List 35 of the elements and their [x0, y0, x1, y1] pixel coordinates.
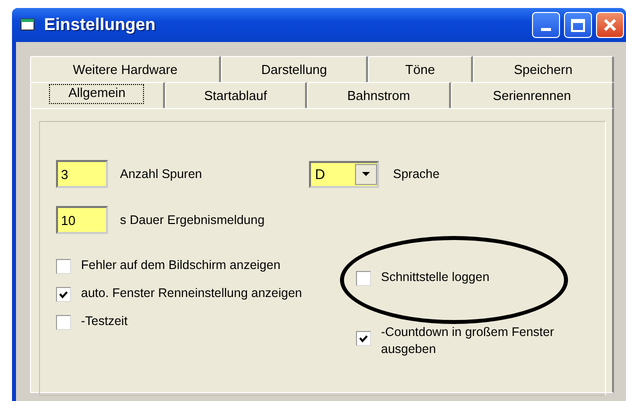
- checkbox-label: auto. Fenster Renneinstellung anzeigen: [81, 286, 302, 300]
- maximize-icon: [571, 18, 585, 32]
- checkbox-label: -Testzeit: [81, 314, 128, 328]
- close-icon: [603, 18, 617, 32]
- checkmark-icon: [59, 290, 68, 298]
- maximize-button[interactable]: [564, 12, 592, 38]
- field-label: s Dauer Ergebnismeldung: [120, 213, 265, 227]
- tab[interactable]: Speichern: [473, 56, 614, 82]
- input-field[interactable]: 10: [56, 206, 108, 234]
- tab[interactable]: Töne: [368, 56, 474, 82]
- checkbox[interactable]: [56, 315, 71, 330]
- minimize-button[interactable]: [532, 12, 560, 38]
- checkbox-label: Schnittstelle loggen: [381, 270, 490, 284]
- tab[interactable]: Weitere Hardware: [30, 56, 222, 82]
- checkbox[interactable]: [56, 287, 71, 302]
- language-dropdown[interactable]: D: [309, 160, 379, 188]
- checkbox[interactable]: [56, 259, 71, 274]
- checkbox-label: -Countdown in großem Fenster ausgeben: [381, 324, 555, 358]
- tab[interactable]: Serienrennen: [450, 82, 614, 108]
- dropdown-label: Sprache: [393, 167, 440, 181]
- tab[interactable]: Startablauf: [164, 82, 308, 108]
- checkmark-icon: [359, 334, 368, 342]
- close-button[interactable]: [596, 12, 624, 38]
- field-label: Anzahl Spuren: [120, 167, 202, 181]
- checkbox-label: Fehler auf dem Bildschirm anzeigen: [81, 258, 280, 272]
- minimize-icon: [541, 28, 551, 32]
- dropdown-arrow-icon: [362, 172, 370, 176]
- window-title: Einstellungen: [44, 15, 156, 35]
- checkbox[interactable]: [356, 331, 371, 346]
- input-field[interactable]: 3: [56, 160, 108, 188]
- checkbox[interactable]: [356, 271, 371, 286]
- tab[interactable]: Bahnstrom: [307, 82, 451, 108]
- tab[interactable]: Allgemein: [30, 82, 165, 108]
- tab[interactable]: Darstellung: [221, 56, 368, 82]
- window-icon: [20, 18, 36, 32]
